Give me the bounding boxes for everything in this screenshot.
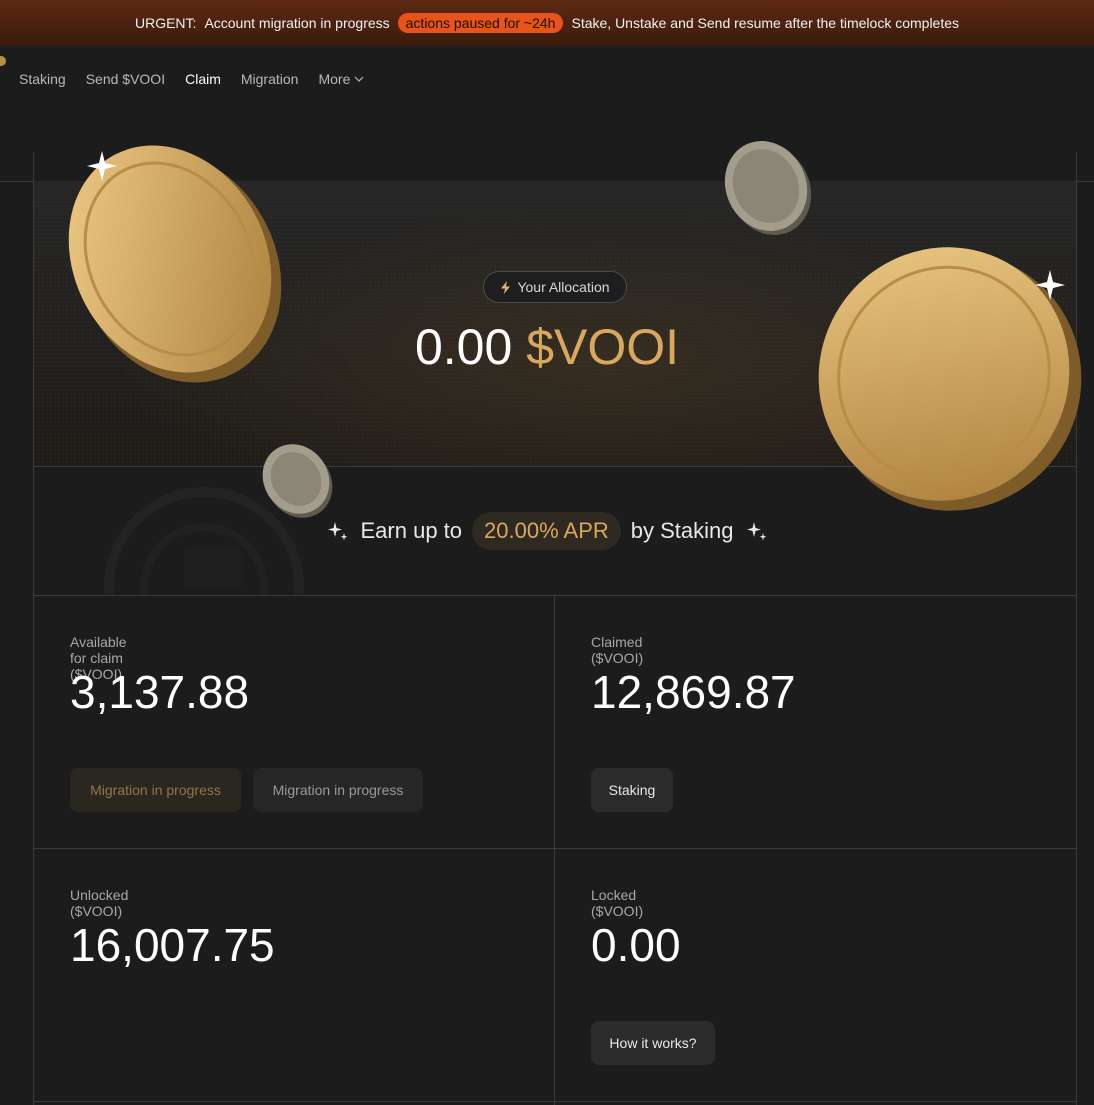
banner-status-pill: actions paused for ~24h [397,13,564,33]
coin-large-right-image [818,247,1082,511]
coin-small-top-image [724,141,812,235]
allocation-value: 0.00 [414,319,513,375]
frame-divider [554,596,555,1105]
allocation-pill: Your Allocation [483,271,627,303]
stat-value: 16,007.75 [70,919,275,971]
chevron-down-icon [354,76,364,82]
banner-message: Account migration in progress [204,15,390,31]
sparkle-icon [744,518,770,544]
frame-divider [34,595,1076,596]
stat-label: Unlocked ($VOOI) [70,887,129,919]
nav-item-more[interactable]: More [318,71,364,87]
coin-large-left-image [68,145,282,383]
stat-value: 3,137.88 [70,666,250,718]
earn-suffix: by Staking [630,518,734,543]
lightning-icon [501,280,511,294]
staking-button[interactable]: Staking [591,768,673,812]
migration-in-progress-button[interactable]: Migration in progress [70,768,241,812]
frame-divider [34,1101,1076,1102]
coin-small-bottom-image [262,444,333,518]
apr-badge: 20.00% APR [472,512,621,550]
frame-divider [34,848,1076,849]
nav-item-claim[interactable]: Claim [185,71,221,87]
sparkle-icon [325,518,351,544]
earn-prefix: Earn up to [360,518,463,543]
stat-label: Claimed ($VOOI) [591,634,644,666]
allocation-pill-label: Your Allocation [517,279,610,295]
nav-item-send[interactable]: Send $VOOI [86,71,165,87]
urgent-banner: URGENT: Account migration in progress ac… [0,0,1094,46]
nav-more-label: More [318,71,351,87]
how-it-works-button[interactable]: How it works? [591,1021,715,1065]
nav-item-migration[interactable]: Migration [241,71,299,87]
banner-detail: Stake, Unstake and Send resume after the… [571,15,960,31]
banner-urgent-label: URGENT: [134,15,197,31]
migration-in-progress-button[interactable]: Migration in progress [253,768,423,812]
stat-label: Locked ($VOOI) [591,887,644,919]
nav-item-staking[interactable]: Staking [19,71,66,87]
main-nav: Staking Send $VOOI Claim Migration More [0,62,364,96]
allocation-token: $VOOI [526,319,680,375]
stat-value: 12,869.87 [591,666,796,718]
stat-value: 0.00 [591,919,681,971]
